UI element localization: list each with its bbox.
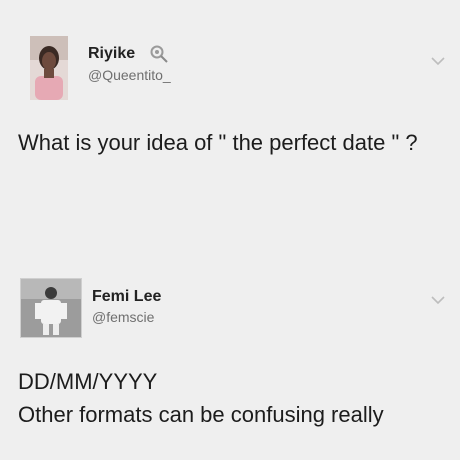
tweet-text-line: Other formats can be confusing really xyxy=(18,402,384,427)
tweet-text: What is your idea of " the perfect date … xyxy=(18,130,418,155)
tweet-card: Riyike @Queentito_ What is your idea of … xyxy=(0,34,460,234)
avatar-photo xyxy=(21,279,81,337)
display-name[interactable]: Femi Lee xyxy=(92,288,161,306)
avatar[interactable] xyxy=(30,36,68,100)
chevron-down-icon[interactable] xyxy=(430,56,446,66)
avatar[interactable] xyxy=(20,278,82,338)
user-handle[interactable]: @femscie xyxy=(92,309,154,325)
avatar-photo xyxy=(30,36,68,100)
tweet-text: DD/MM/YYYY Other formats can be confusin… xyxy=(18,365,438,431)
lollipop-icon xyxy=(150,45,168,63)
display-name[interactable]: Riyike xyxy=(88,45,135,63)
chevron-down-icon[interactable] xyxy=(430,295,446,305)
screenshot: Riyike @Queentito_ What is your idea of … xyxy=(0,0,460,460)
tweet-card: Femi Lee @femscie DD/MM/YYYY Other forma… xyxy=(0,276,460,460)
user-handle[interactable]: @Queentito_ xyxy=(88,67,171,83)
tweet-text-line: DD/MM/YYYY xyxy=(18,369,158,394)
